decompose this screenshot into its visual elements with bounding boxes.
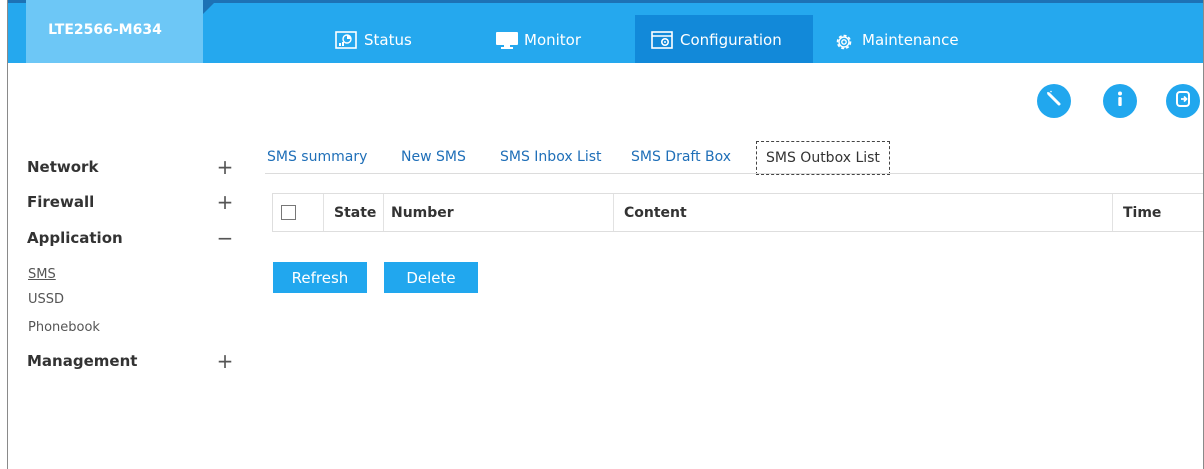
logout-icon	[1173, 89, 1193, 113]
expand-plus-icon: +	[216, 190, 234, 214]
nav-status-label: Status	[364, 31, 412, 49]
maintenance-gear-icon	[833, 31, 855, 50]
tab-sms-inbox-list[interactable]: SMS Inbox List	[500, 141, 602, 173]
nav-maintenance[interactable]: Maintenance	[833, 24, 959, 56]
wizard-icon	[1044, 89, 1064, 113]
sidebar-item-label: Management	[27, 352, 138, 370]
info-button[interactable]	[1103, 84, 1137, 118]
column-divider	[383, 194, 384, 231]
model-name: LTE2566-M634	[48, 22, 162, 38]
sidebar-item-network[interactable]: Network +	[27, 155, 237, 179]
column-divider	[323, 194, 324, 231]
expand-plus-icon: +	[216, 155, 234, 179]
column-header-content: Content	[624, 204, 687, 221]
monitor-icon	[495, 31, 518, 49]
nav-monitor[interactable]: Monitor	[495, 24, 581, 56]
app-frame: LTE2566-M634 Status Monitor Configuratio…	[7, 0, 1203, 469]
column-divider	[1112, 194, 1113, 231]
collapse-minus-icon: −	[216, 226, 234, 250]
tab-sms-outbox-list[interactable]: SMS Outbox List	[756, 141, 890, 175]
model-badge-notch	[203, 0, 217, 14]
sidebar-subitem-sms[interactable]: SMS	[28, 267, 56, 282]
status-icon	[335, 31, 357, 49]
expand-plus-icon: +	[216, 349, 234, 373]
sidebar-subitem-phonebook[interactable]: Phonebook	[28, 320, 100, 335]
nav-configuration[interactable]: Configuration	[651, 24, 782, 56]
tab-sms-summary[interactable]: SMS summary	[267, 141, 367, 173]
sidebar-item-firewall[interactable]: Firewall +	[27, 190, 237, 214]
tab-new-sms[interactable]: New SMS	[401, 141, 466, 173]
delete-button[interactable]: Delete	[384, 262, 478, 293]
frame-border-left	[7, 0, 8, 469]
sidebar-subitem-ussd[interactable]: USSD	[28, 292, 64, 307]
column-header-state: State	[334, 204, 377, 221]
wizard-button[interactable]	[1037, 84, 1071, 118]
refresh-button[interactable]: Refresh	[273, 262, 367, 293]
nav-configuration-label: Configuration	[680, 31, 782, 49]
sidebar-item-label: Application	[27, 229, 123, 247]
nav-monitor-label: Monitor	[524, 31, 582, 49]
sidebar-item-label: Network	[27, 158, 99, 176]
outbox-table-header: State Number Content Time	[272, 193, 1203, 232]
column-divider	[613, 194, 614, 231]
configuration-icon	[651, 31, 673, 49]
nav-maintenance-label: Maintenance	[862, 31, 959, 49]
sidebar-item-application[interactable]: Application −	[27, 226, 237, 250]
sidebar-item-label: Firewall	[27, 193, 95, 211]
info-icon	[1110, 89, 1130, 113]
tab-sms-draft-box[interactable]: SMS Draft Box	[631, 141, 731, 173]
sidebar-item-management[interactable]: Management +	[27, 349, 237, 373]
column-header-number: Number	[391, 204, 454, 221]
select-all-checkbox[interactable]	[281, 205, 296, 220]
column-header-time: Time	[1123, 204, 1162, 221]
logout-button[interactable]	[1166, 84, 1200, 118]
tab-divider	[265, 173, 1203, 174]
nav-status[interactable]: Status	[335, 24, 412, 56]
